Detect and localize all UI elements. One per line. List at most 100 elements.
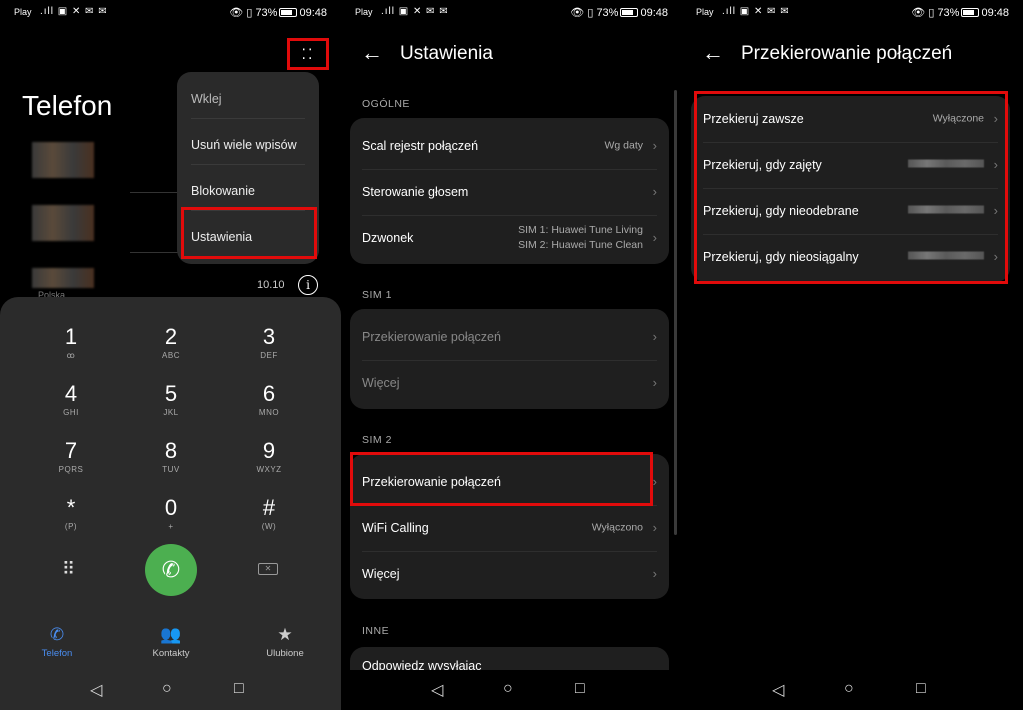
- system-nav-bar: ◁ ○ □: [682, 670, 1023, 710]
- nav-back-icon[interactable]: ◁: [772, 680, 784, 700]
- page-title: Telefon: [22, 90, 113, 121]
- nav-home-icon[interactable]: ○: [503, 680, 513, 698]
- call-button[interactable]: ✆: [145, 544, 197, 596]
- dialpad-toggle-icon[interactable]: ⠿: [62, 559, 75, 580]
- battery-icon: [620, 8, 639, 17]
- clock: 09:48: [981, 7, 1009, 19]
- section-sim2: SIM 2: [362, 434, 392, 446]
- carrier-label: Play: [355, 7, 373, 17]
- key-6[interactable]: 6 MNO: [229, 382, 309, 418]
- nav-recents-icon[interactable]: □: [916, 680, 926, 698]
- carrier-label: Play: [14, 7, 32, 17]
- contacts-icon: 👥: [160, 625, 182, 644]
- menu-item-paste[interactable]: Wklej: [191, 92, 222, 106]
- row-merge-call-log[interactable]: Scal rejestr połączeń Wg daty ›: [362, 123, 657, 169]
- back-arrow-icon[interactable]: ←: [702, 40, 724, 66]
- signal-icons: .ıll ▣ ✕ ✉ ✉: [722, 6, 790, 17]
- page-title: Przekierowanie połączeń: [741, 43, 953, 64]
- clock: 09:48: [640, 7, 668, 19]
- clock: 09:48: [299, 7, 327, 19]
- voicemail-icon: ꝏ: [66, 351, 76, 360]
- general-card: Scal rejestr połączeń Wg daty › Sterowan…: [350, 118, 669, 264]
- sim2-forwarding-highlight-box: [350, 452, 653, 506]
- system-nav-bar: ◁ ○ □: [0, 670, 341, 710]
- forwarding-options-highlight-box: [694, 91, 1008, 284]
- row-voice-control[interactable]: Sterowanie głosem ›: [362, 169, 657, 215]
- key-4[interactable]: 4 GHI: [31, 382, 111, 418]
- settings-highlight-box: [181, 207, 317, 259]
- settings-panel: Play .ıll ▣ ✕ ✉ ✉ 👁 ▯ 73% 09:48 ← Ustawie…: [341, 0, 682, 710]
- nav-back-icon[interactable]: ◁: [90, 680, 102, 700]
- key-3[interactable]: 3 DEF: [229, 325, 309, 361]
- menu-divider: [191, 164, 305, 165]
- tab-phone[interactable]: ✆ Telefon: [22, 625, 92, 659]
- dialpad: 1ꝏ 2 ABC 3 DEF 4 GHI 5 JKL 6 MNO 7 PQRS 8 TUV 9…: [0, 297, 341, 710]
- sim1-card: Przekierowanie połączeń › Więcej ›: [350, 309, 669, 409]
- row-wifi-calling[interactable]: WiFi Calling Wyłączono ›: [362, 505, 657, 551]
- tab-contacts[interactable]: 👥 Kontakty: [136, 625, 206, 659]
- nav-recents-icon[interactable]: □: [234, 680, 244, 698]
- status-right: 👁 ▯ 73% 09:48: [911, 7, 1009, 19]
- recent-contact-blurred: [32, 142, 94, 178]
- status-bar: Play .ıll ▣ ✕ ✉ ✉ 👁 ▯ 73% 09:48: [0, 0, 341, 26]
- star-icon: ★: [277, 625, 293, 644]
- more-options-button[interactable]: ⁚⁚: [287, 38, 329, 70]
- chevron-right-icon: ›: [652, 566, 657, 582]
- chevron-right-icon: ›: [652, 474, 657, 490]
- key-1[interactable]: 1ꝏ: [31, 325, 111, 361]
- backspace-icon[interactable]: ✕: [258, 563, 278, 575]
- phone-icon: ✆: [161, 557, 181, 582]
- nav-recents-icon[interactable]: □: [575, 680, 585, 698]
- scrollbar[interactable]: [674, 90, 677, 535]
- key-0[interactable]: 0 +: [131, 496, 211, 532]
- phone-tab-icon: ✆: [49, 625, 65, 644]
- battery-percent: 73%: [937, 7, 960, 19]
- menu-item-blocking[interactable]: Blokowanie: [191, 184, 255, 198]
- key-7[interactable]: 7 PQRS: [31, 439, 111, 475]
- chevron-right-icon: ›: [652, 329, 657, 345]
- row-sim1-call-forwarding[interactable]: Przekierowanie połączeń ›: [362, 314, 657, 360]
- signal-icons: .ıll ▣ ✕ ✉ ✉: [381, 6, 449, 17]
- section-other: INNE: [362, 625, 390, 637]
- key-8[interactable]: 8 TUV: [131, 439, 211, 475]
- key-9[interactable]: 9 WXYZ: [229, 439, 309, 475]
- recent-contact-blurred: [32, 205, 94, 241]
- nav-home-icon[interactable]: ○: [844, 680, 854, 698]
- key-2[interactable]: 2 ABC: [131, 325, 211, 361]
- key-5[interactable]: 5 JKL: [131, 382, 211, 418]
- status-bar: Play .ıll ▣ ✕ ✉ ✉ 👁 ▯ 73% 09:48: [341, 0, 682, 26]
- chevron-right-icon: ›: [652, 230, 657, 246]
- menu-divider: [191, 118, 305, 119]
- row-sim2-more[interactable]: Więcej ›: [362, 551, 657, 597]
- tab-favorites[interactable]: ★ Ulubione: [250, 625, 320, 659]
- battery-icon: [279, 8, 298, 17]
- battery-icon: [961, 8, 980, 17]
- row-ringtone[interactable]: Dzwonek SIM 1: Huawei Tune Living SIM 2: …: [362, 215, 657, 261]
- info-icon[interactable]: i: [298, 275, 318, 295]
- nav-back-icon[interactable]: ◁: [431, 680, 443, 700]
- carrier-label: Play: [696, 7, 714, 17]
- chevron-right-icon: ›: [652, 184, 657, 200]
- section-sim1: SIM 1: [362, 289, 392, 301]
- call-forwarding-panel: Play .ıll ▣ ✕ ✉ ✉ 👁 ▯ 73% 09:48 ← Przekie…: [682, 0, 1023, 710]
- key-hash[interactable]: # (W): [229, 496, 309, 532]
- chevron-right-icon: ›: [652, 520, 657, 536]
- menu-item-delete-multiple[interactable]: Usuń wiele wpisów: [191, 138, 297, 152]
- recent-time: 10.10: [257, 279, 285, 291]
- system-nav-bar: ◁ ○ □: [341, 670, 682, 710]
- battery-percent: 73%: [255, 7, 278, 19]
- signal-icons: .ıll ▣ ✕ ✉ ✉: [40, 6, 108, 17]
- recent-contact-blurred: [32, 268, 94, 288]
- page-title: Ustawienia: [400, 43, 493, 64]
- section-general: OGÓLNE: [362, 98, 410, 110]
- chevron-right-icon: ›: [652, 138, 657, 154]
- phone-panel: Play .ıll ▣ ✕ ✉ ✉ 👁 ▯ 73% 09:48 ⁚⁚ Telefo…: [0, 0, 341, 710]
- key-star[interactable]: * (P): [31, 496, 111, 532]
- row-sim1-more[interactable]: Więcej ›: [362, 360, 657, 406]
- status-right: 👁 ▯ 73% 09:48: [229, 7, 327, 19]
- status-right: 👁 ▯ 73% 09:48: [570, 7, 668, 19]
- nav-home-icon[interactable]: ○: [162, 680, 172, 698]
- back-arrow-icon[interactable]: ←: [361, 40, 383, 66]
- status-bar: Play .ıll ▣ ✕ ✉ ✉ 👁 ▯ 73% 09:48: [682, 0, 1023, 26]
- chevron-right-icon: ›: [652, 375, 657, 391]
